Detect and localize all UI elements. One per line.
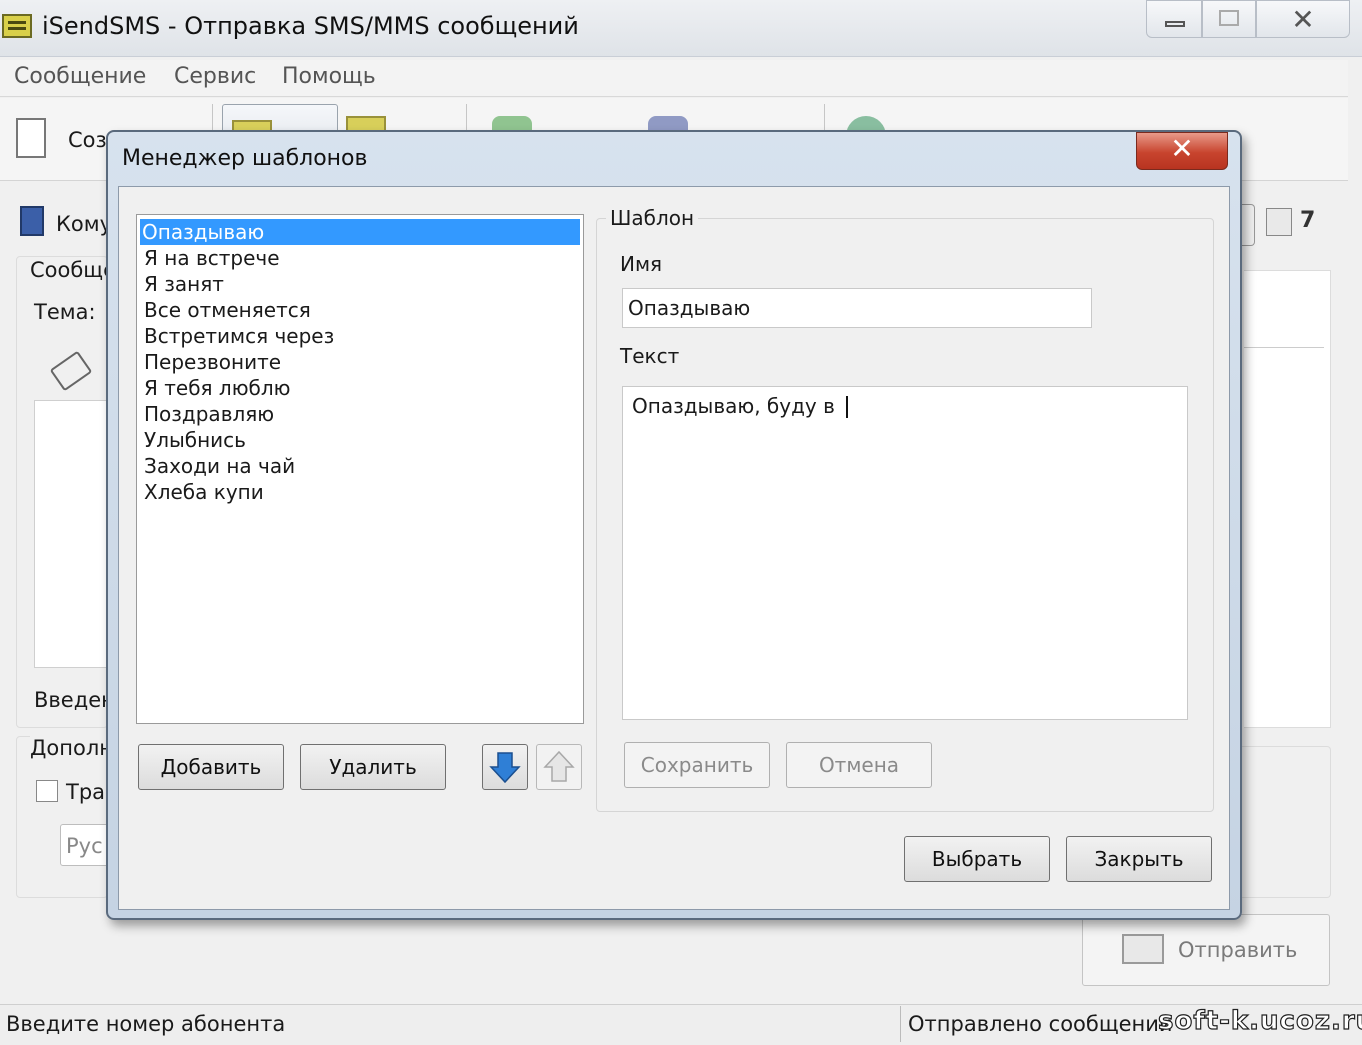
cancel-button[interactable]: Отмена [786,742,932,788]
send-button-label: Отправить [1178,938,1298,962]
template-list-item[interactable]: Заходи на чай [142,453,576,479]
pages-icon [1266,208,1292,236]
window-close-button[interactable]: ✕ [1256,0,1350,38]
message-group-label: Сообще [30,258,117,282]
extra-options-group [16,736,108,898]
arrow-up-icon [543,750,575,782]
move-down-button[interactable] [482,744,528,790]
dialog-close-button[interactable]: ✕ [1136,132,1228,170]
new-message-label[interactable]: Соз [68,128,107,152]
template-list-item[interactable]: Перезвоните [142,349,576,375]
status-hint: Введите номер абонента [6,1012,286,1036]
template-list-item[interactable]: Встретимся через [142,323,576,349]
extra-options-right-edge [1240,746,1331,898]
status-sent-count: Отправлено сообщений [908,1012,1173,1036]
template-list-item[interactable]: Я на встрече [142,245,576,271]
new-message-icon[interactable] [16,118,46,158]
name-label: Имя [620,252,663,276]
template-text-value: Опаздываю, буду в [632,394,835,418]
send-icon [1122,934,1164,964]
text-label: Текст [620,344,680,368]
window-title: iSendSMS - Отправка SMS/MMS сообщений [42,12,579,40]
dialog-title: Менеджер шаблонов [122,146,368,171]
maximize-button[interactable] [1202,0,1256,38]
delete-template-button[interactable]: Удалить [300,744,446,790]
arrow-down-icon [489,752,521,784]
subject-label: Тема: [34,300,96,324]
message-text-area[interactable] [34,400,108,668]
template-list[interactable]: Опаздываю Я на встрече Я занят Все отменяет… [136,214,584,724]
entered-count-label: Введен [34,688,115,712]
menu-help[interactable]: Помощь [282,64,376,89]
recipient-field-edge[interactable] [1240,204,1255,246]
translit-label: Тра [66,780,106,804]
template-list-item[interactable]: Опаздываю [140,219,580,245]
template-name-input[interactable]: Опаздываю [622,288,1092,328]
template-list-item[interactable]: Улыбнись [142,427,576,453]
watermark: soft-k.ucoz.ru [1157,1005,1362,1036]
status-separator [900,1006,901,1042]
to-label: Кому [56,212,113,236]
move-up-button[interactable] [536,744,582,790]
sms-counter: 7 [1300,208,1316,233]
add-template-button[interactable]: Добавить [138,744,284,790]
extra-group-label: Дополн [30,736,113,760]
template-group-label: Шаблон [606,206,699,230]
save-button[interactable]: Сохранить [624,742,770,788]
close-icon: ✕ [1291,3,1315,36]
text-caret [846,396,848,418]
menu-service[interactable]: Сервис [174,64,256,89]
address-book-icon[interactable] [20,206,44,236]
template-list-item[interactable]: Поздравляю [142,401,576,427]
close-button[interactable]: Закрыть [1066,836,1212,882]
minimize-button[interactable] [1146,0,1202,38]
template-list-item[interactable]: Я тебя люблю [142,375,576,401]
message-editor-right-edge [1244,270,1331,728]
menu-message[interactable]: Сообщение [14,64,146,89]
app-icon [2,14,32,38]
language-select-value: Рус [66,834,103,858]
template-list-item[interactable]: Хлеба купи [142,479,576,505]
template-text-area[interactable] [622,386,1188,720]
template-list-item[interactable]: Все отменяется [142,297,576,323]
translit-checkbox[interactable] [36,780,58,802]
template-list-item[interactable]: Я занят [142,271,576,297]
close-icon: ✕ [1170,132,1194,165]
select-button[interactable]: Выбрать [904,836,1050,882]
